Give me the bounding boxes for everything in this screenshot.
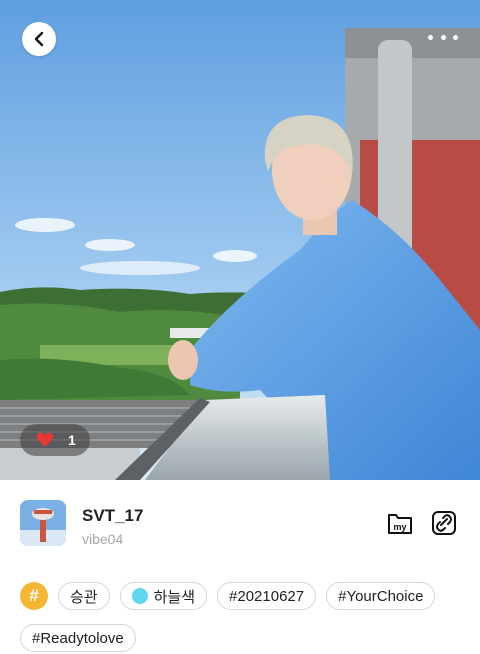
tag-label: 하늘색 <box>153 588 196 606</box>
avatar[interactable] <box>20 500 66 546</box>
tag-label: #20210627 <box>229 587 305 605</box>
my-folder-button[interactable]: my <box>387 510 413 536</box>
more-dot-icon <box>440 34 446 40</box>
tag-chip[interactable]: #Readytolove <box>20 624 136 652</box>
more-dot-icon <box>453 34 458 40</box>
more-options-button[interactable] <box>428 30 458 44</box>
tag-chip-color[interactable]: 하늘색 <box>119 582 208 610</box>
tag-list: # 승관 하늘색 #20210627 #YourChoice #Readytol… <box>20 582 470 654</box>
post-photo <box>0 0 480 480</box>
tag-chip[interactable]: 승관 <box>58 582 110 610</box>
username[interactable]: SVT_17 <box>82 506 143 526</box>
tag-chip[interactable]: #20210627 <box>217 582 317 610</box>
like-count: 1 <box>68 432 76 448</box>
photo-viewer[interactable]: 1 <box>0 0 480 480</box>
tag-label: #YourChoice <box>338 587 424 605</box>
my-folder-label: my <box>393 522 406 532</box>
tag-label: #Readytolove <box>32 629 124 647</box>
heart-icon <box>36 432 54 447</box>
hashtag-icon: # <box>20 582 48 610</box>
like-button[interactable]: 1 <box>20 424 90 456</box>
tag-label: 승관 <box>70 588 98 606</box>
my-folder-icon: my <box>388 514 412 534</box>
color-dot-icon <box>131 588 148 604</box>
back-button[interactable] <box>22 22 56 56</box>
copy-link-button[interactable] <box>431 510 457 536</box>
link-icon <box>432 511 456 535</box>
tag-chip[interactable]: #YourChoice <box>326 582 436 610</box>
user-id: vibe04 <box>82 531 124 547</box>
avatar-image <box>20 500 66 546</box>
more-dot-icon <box>428 34 433 40</box>
chevron-left-icon <box>34 31 44 47</box>
post-info-panel: SVT_17 vibe04 my # 승관 하늘색 #20210627 #You… <box>0 480 480 654</box>
